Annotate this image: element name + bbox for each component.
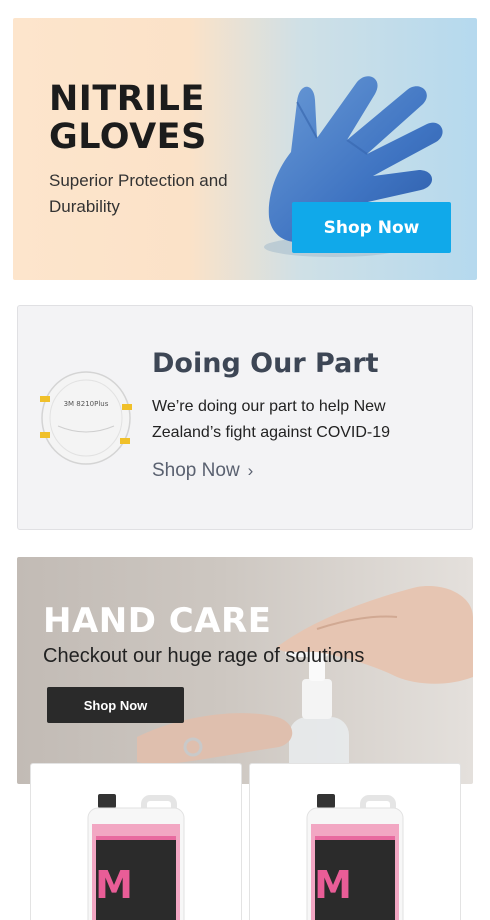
gloves-title-line1: NITRILE [49, 79, 205, 119]
chevron-right-icon: › [247, 461, 254, 480]
part-link-label: Shop Now [152, 460, 240, 481]
gloves-title-line2: GLOVES [49, 117, 207, 157]
part-shop-now-link[interactable]: Shop Now › [152, 460, 253, 482]
part-description: We’re doing our part to help New Zealand… [152, 398, 391, 441]
soap-container-image: M [306, 794, 404, 920]
soap-container-image: M [87, 794, 185, 920]
hand-sanitizer-image [137, 586, 473, 784]
product-card[interactable]: M [249, 763, 461, 920]
mask-label: 3M 8210Plus [64, 400, 109, 408]
product-card[interactable]: M [30, 763, 242, 920]
nitrile-gloves-banner[interactable]: NITRILE GLOVES Superior Protection and D… [13, 18, 477, 280]
hand-care-subtitle: Checkout our huge rage of solutions [43, 645, 365, 667]
part-title: Doing Our Part [152, 348, 379, 379]
hand-care-shop-now-button[interactable]: Shop Now [47, 687, 184, 723]
doing-our-part-banner[interactable]: 3M 8210Plus Doing Our Part We’re doing o… [17, 305, 473, 530]
respirator-mask-image: 3M 8210Plus [40, 371, 132, 465]
hand-care-title: HAND CARE [43, 601, 272, 641]
gloves-title: NITRILE GLOVES [49, 80, 269, 156]
gloves-subtitle: Superior Protection and Durability [49, 171, 228, 216]
gloves-shop-now-button[interactable]: Shop Now [292, 202, 451, 253]
hand-care-banner[interactable]: HAND CARE Checkout our huge rage of solu… [17, 557, 473, 784]
product-letter: M [95, 863, 133, 907]
product-letter: M [314, 863, 352, 907]
